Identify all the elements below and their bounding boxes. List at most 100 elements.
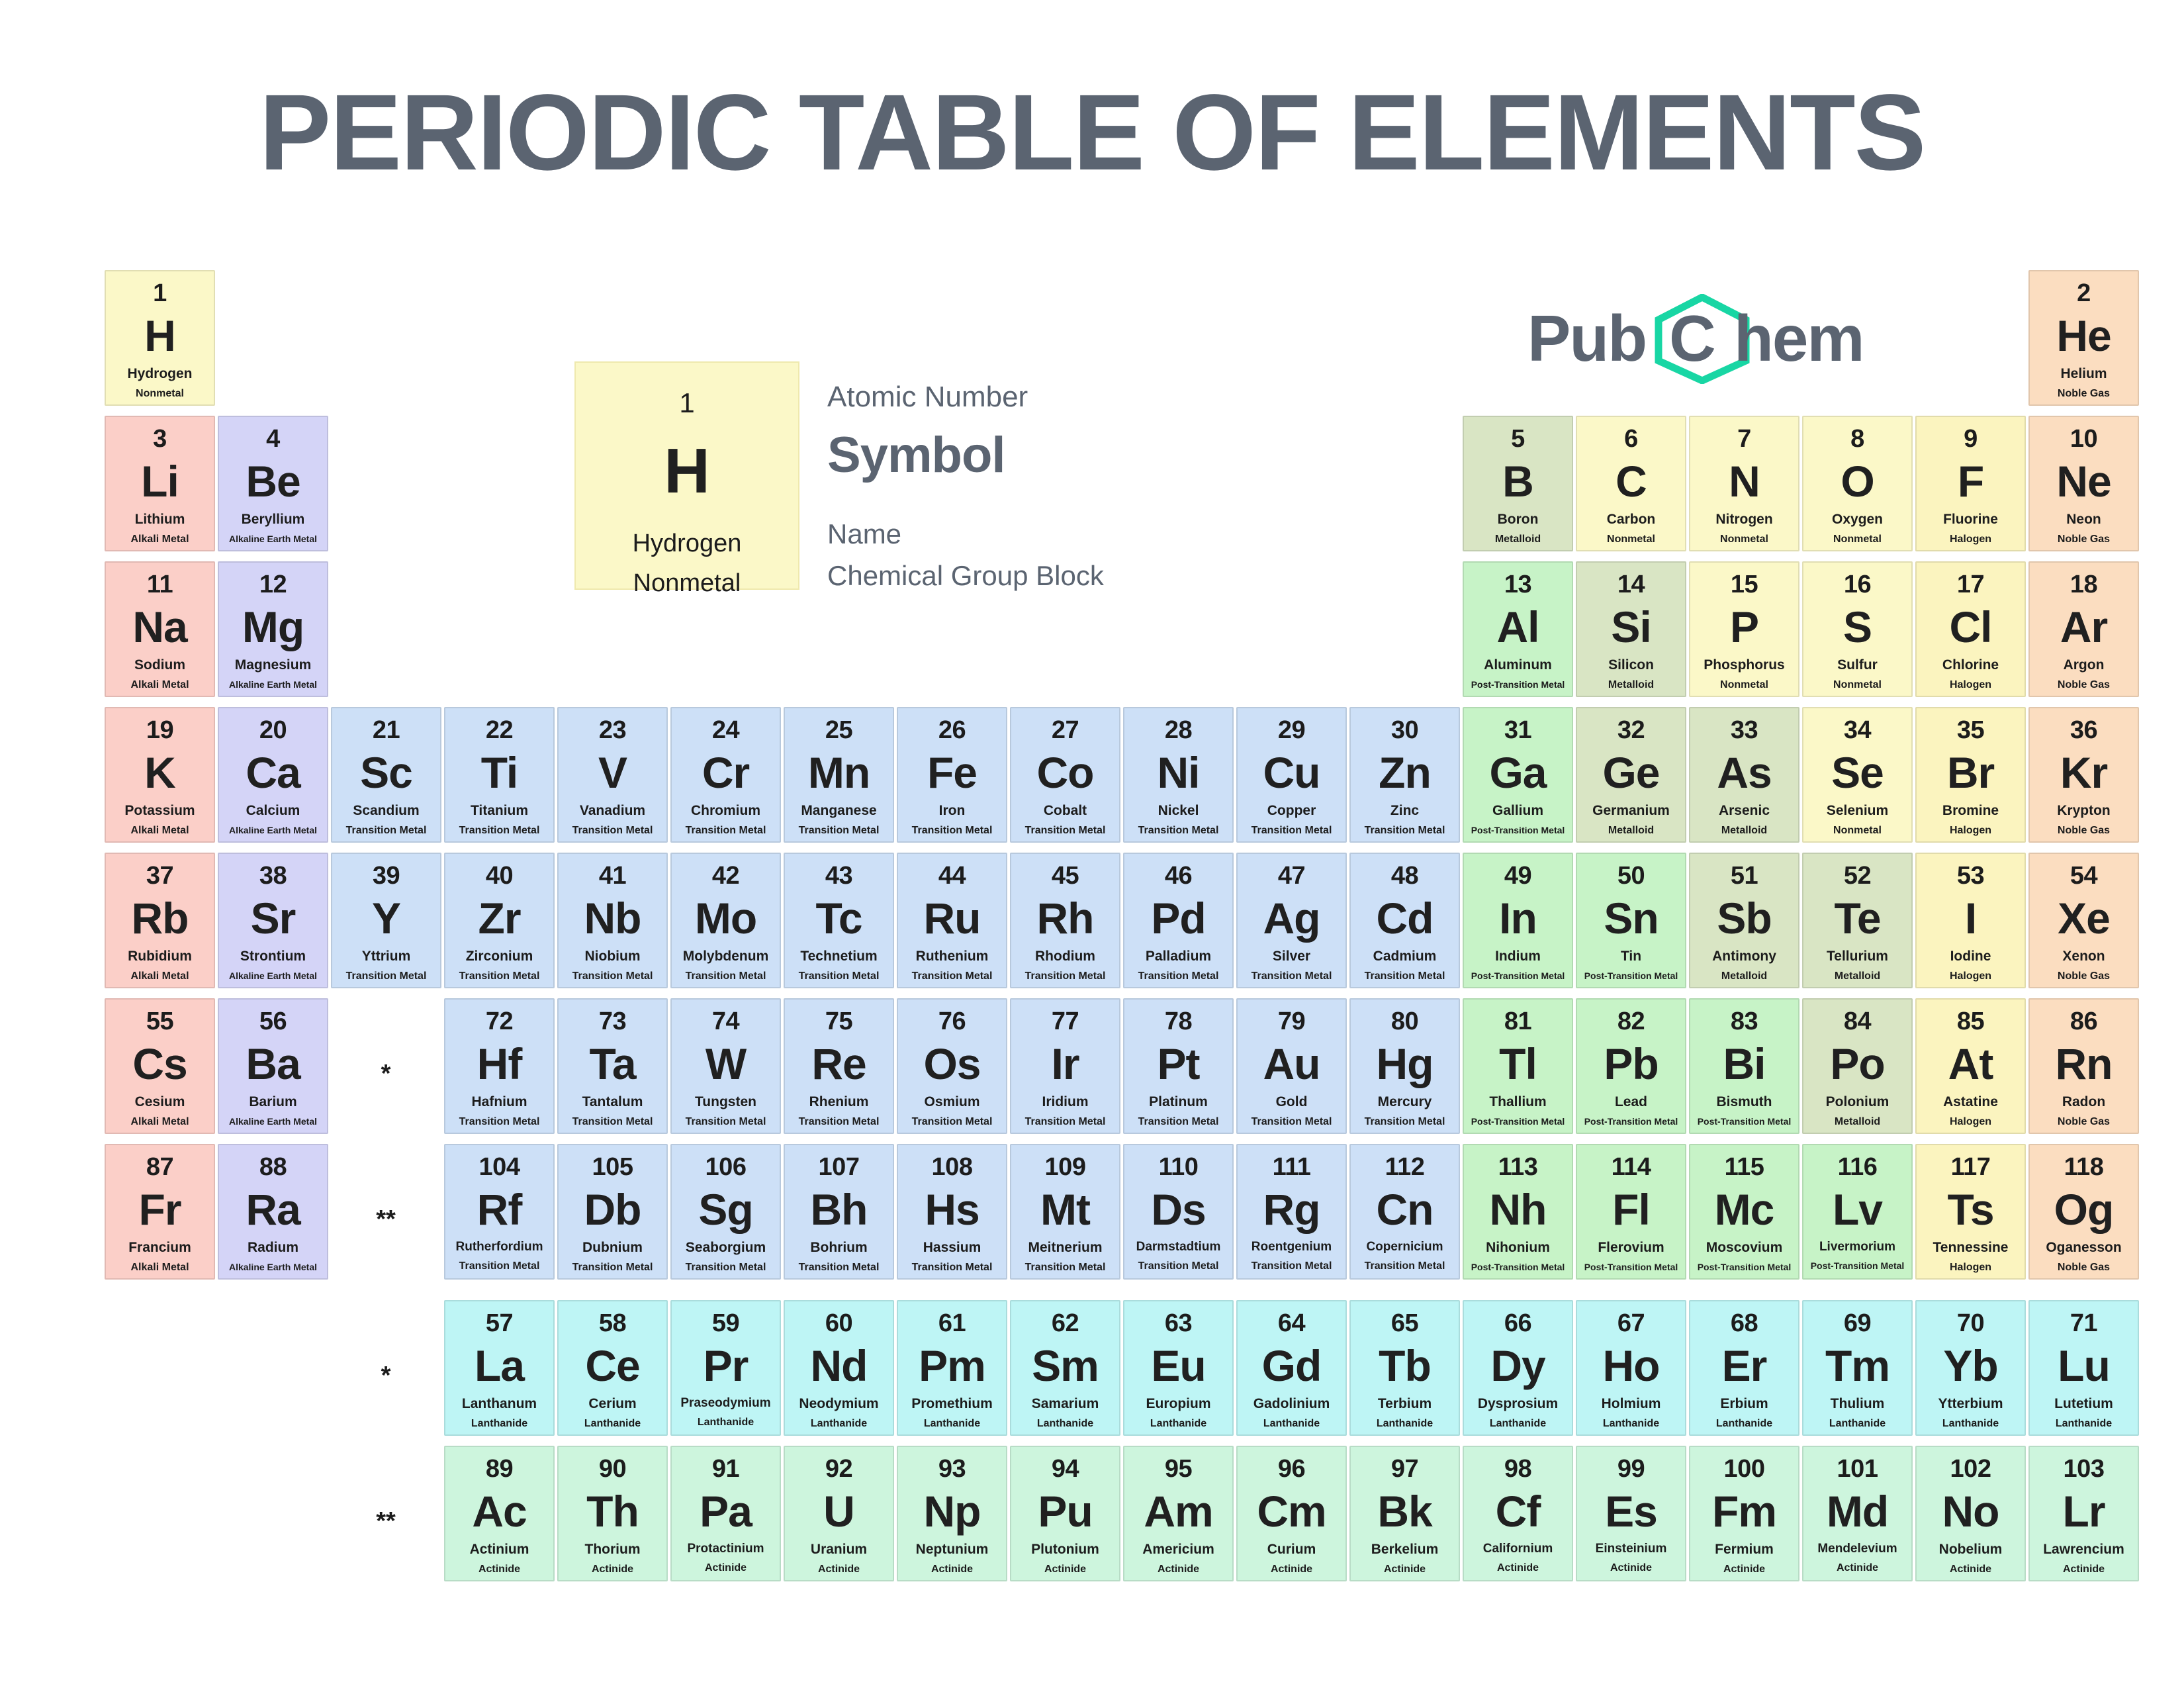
- element-cell-cd[interactable]: 48 Cd Cadmium Transition Metal: [1349, 853, 1460, 988]
- element-cell-sb[interactable]: 51 Sb Antimony Metalloid: [1689, 853, 1799, 988]
- element-cell-al[interactable]: 13 Al Aluminum Post-Transition Metal: [1463, 561, 1573, 697]
- element-cell-in[interactable]: 49 In Indium Post-Transition Metal: [1463, 853, 1573, 988]
- element-cell-mc[interactable]: 115 Mc Moscovium Post-Transition Metal: [1689, 1144, 1799, 1280]
- element-cell-te[interactable]: 52 Te Tellurium Metalloid: [1802, 853, 1913, 988]
- element-cell-si[interactable]: 14 Si Silicon Metalloid: [1576, 561, 1686, 697]
- element-cell-pd[interactable]: 46 Pd Palladium Transition Metal: [1123, 853, 1234, 988]
- element-cell-bh[interactable]: 107 Bh Bohrium Transition Metal: [784, 1144, 894, 1280]
- element-cell-v[interactable]: 23 V Vanadium Transition Metal: [557, 707, 668, 843]
- element-cell-pu[interactable]: 94 Pu Plutonium Actinide: [1010, 1446, 1120, 1581]
- element-cell-sr[interactable]: 38 Sr Strontium Alkaline Earth Metal: [218, 853, 328, 988]
- element-cell-bi[interactable]: 83 Bi Bismuth Post-Transition Metal: [1689, 998, 1799, 1134]
- element-cell-sg[interactable]: 106 Sg Seaborgium Transition Metal: [670, 1144, 781, 1280]
- element-cell-gd[interactable]: 64 Gd Gadolinium Lanthanide: [1236, 1300, 1347, 1436]
- element-cell-pb[interactable]: 82 Pb Lead Post-Transition Metal: [1576, 998, 1686, 1134]
- element-cell-sc[interactable]: 21 Sc Scandium Transition Metal: [331, 707, 441, 843]
- element-cell-he[interactable]: 2 He Helium Noble Gas: [2028, 270, 2139, 406]
- element-cell-hs[interactable]: 108 Hs Hassium Transition Metal: [897, 1144, 1007, 1280]
- element-cell-kr[interactable]: 36 Kr Krypton Noble Gas: [2028, 707, 2139, 843]
- element-cell-rn[interactable]: 86 Rn Radon Noble Gas: [2028, 998, 2139, 1134]
- element-cell-md[interactable]: 101 Md Mendelevium Actinide: [1802, 1446, 1913, 1581]
- element-cell-ra[interactable]: 88 Ra Radium Alkaline Earth Metal: [218, 1144, 328, 1280]
- element-cell-no[interactable]: 102 No Nobelium Actinide: [1915, 1446, 2026, 1581]
- element-cell-hg[interactable]: 80 Hg Mercury Transition Metal: [1349, 998, 1460, 1134]
- element-cell-zr[interactable]: 40 Zr Zirconium Transition Metal: [444, 853, 555, 988]
- element-cell-tm[interactable]: 69 Tm Thulium Lanthanide: [1802, 1300, 1913, 1436]
- element-cell-fm[interactable]: 100 Fm Fermium Actinide: [1689, 1446, 1799, 1581]
- element-cell-po[interactable]: 84 Po Polonium Metalloid: [1802, 998, 1913, 1134]
- element-cell-n[interactable]: 7 N Nitrogen Nonmetal: [1689, 416, 1799, 551]
- element-cell-h[interactable]: 1 H Hydrogen Nonmetal: [105, 270, 215, 406]
- element-cell-fl[interactable]: 114 Fl Flerovium Post-Transition Metal: [1576, 1144, 1686, 1280]
- element-cell-br[interactable]: 35 Br Bromine Halogen: [1915, 707, 2026, 843]
- element-cell-i[interactable]: 53 I Iodine Halogen: [1915, 853, 2026, 988]
- element-cell-c[interactable]: 6 C Carbon Nonmetal: [1576, 416, 1686, 551]
- element-cell-ir[interactable]: 77 Ir Iridium Transition Metal: [1010, 998, 1120, 1134]
- element-cell-nb[interactable]: 41 Nb Niobium Transition Metal: [557, 853, 668, 988]
- element-cell-ba[interactable]: 56 Ba Barium Alkaline Earth Metal: [218, 998, 328, 1134]
- element-cell-lv[interactable]: 116 Lv Livermorium Post-Transition Metal: [1802, 1144, 1913, 1280]
- element-cell-fr[interactable]: 87 Fr Francium Alkali Metal: [105, 1144, 215, 1280]
- element-cell-ca[interactable]: 20 Ca Calcium Alkaline Earth Metal: [218, 707, 328, 843]
- element-cell-na[interactable]: 11 Na Sodium Alkali Metal: [105, 561, 215, 697]
- element-cell-b[interactable]: 5 B Boron Metalloid: [1463, 416, 1573, 551]
- element-cell-cu[interactable]: 29 Cu Copper Transition Metal: [1236, 707, 1347, 843]
- element-cell-tl[interactable]: 81 Tl Thallium Post-Transition Metal: [1463, 998, 1573, 1134]
- element-cell-ac[interactable]: 89 Ac Actinium Actinide: [444, 1446, 555, 1581]
- element-cell-f[interactable]: 9 F Fluorine Halogen: [1915, 416, 2026, 551]
- element-cell-pa[interactable]: 91 Pa Protactinium Actinide: [670, 1446, 781, 1581]
- element-cell-ru[interactable]: 44 Ru Ruthenium Transition Metal: [897, 853, 1007, 988]
- element-cell-ti[interactable]: 22 Ti Titanium Transition Metal: [444, 707, 555, 843]
- element-cell-hf[interactable]: 72 Hf Hafnium Transition Metal: [444, 998, 555, 1134]
- element-cell-mg[interactable]: 12 Mg Magnesium Alkaline Earth Metal: [218, 561, 328, 697]
- element-cell-ce[interactable]: 58 Ce Cerium Lanthanide: [557, 1300, 668, 1436]
- element-cell-sn[interactable]: 50 Sn Tin Post-Transition Metal: [1576, 853, 1686, 988]
- element-cell-mt[interactable]: 109 Mt Meitnerium Transition Metal: [1010, 1144, 1120, 1280]
- element-cell-mn[interactable]: 25 Mn Manganese Transition Metal: [784, 707, 894, 843]
- element-cell-au[interactable]: 79 Au Gold Transition Metal: [1236, 998, 1347, 1134]
- element-cell-ar[interactable]: 18 Ar Argon Noble Gas: [2028, 561, 2139, 697]
- element-cell-ts[interactable]: 117 Ts Tennessine Halogen: [1915, 1144, 2026, 1280]
- element-cell-re[interactable]: 75 Re Rhenium Transition Metal: [784, 998, 894, 1134]
- element-cell-mo[interactable]: 42 Mo Molybdenum Transition Metal: [670, 853, 781, 988]
- element-cell-be[interactable]: 4 Be Beryllium Alkaline Earth Metal: [218, 416, 328, 551]
- element-cell-s[interactable]: 16 S Sulfur Nonmetal: [1802, 561, 1913, 697]
- element-cell-cn[interactable]: 112 Cn Copernicium Transition Metal: [1349, 1144, 1460, 1280]
- element-cell-se[interactable]: 34 Se Selenium Nonmetal: [1802, 707, 1913, 843]
- element-cell-ni[interactable]: 28 Ni Nickel Transition Metal: [1123, 707, 1234, 843]
- element-cell-li[interactable]: 3 Li Lithium Alkali Metal: [105, 416, 215, 551]
- element-cell-u[interactable]: 92 U Uranium Actinide: [784, 1446, 894, 1581]
- element-cell-rf[interactable]: 104 Rf Rutherfordium Transition Metal: [444, 1144, 555, 1280]
- element-cell-y[interactable]: 39 Y Yttrium Transition Metal: [331, 853, 441, 988]
- element-cell-cs[interactable]: 55 Cs Cesium Alkali Metal: [105, 998, 215, 1134]
- element-cell-co[interactable]: 27 Co Cobalt Transition Metal: [1010, 707, 1120, 843]
- element-cell-ag[interactable]: 47 Ag Silver Transition Metal: [1236, 853, 1347, 988]
- element-cell-tb[interactable]: 65 Tb Terbium Lanthanide: [1349, 1300, 1460, 1436]
- element-cell-nd[interactable]: 60 Nd Neodymium Lanthanide: [784, 1300, 894, 1436]
- element-cell-os[interactable]: 76 Os Osmium Transition Metal: [897, 998, 1007, 1134]
- element-cell-th[interactable]: 90 Th Thorium Actinide: [557, 1446, 668, 1581]
- element-cell-er[interactable]: 68 Er Erbium Lanthanide: [1689, 1300, 1799, 1436]
- element-cell-cl[interactable]: 17 Cl Chlorine Halogen: [1915, 561, 2026, 697]
- element-cell-zn[interactable]: 30 Zn Zinc Transition Metal: [1349, 707, 1460, 843]
- element-cell-ta[interactable]: 73 Ta Tantalum Transition Metal: [557, 998, 668, 1134]
- element-cell-np[interactable]: 93 Np Neptunium Actinide: [897, 1446, 1007, 1581]
- element-cell-rh[interactable]: 45 Rh Rhodium Transition Metal: [1010, 853, 1120, 988]
- element-cell-rb[interactable]: 37 Rb Rubidium Alkali Metal: [105, 853, 215, 988]
- element-cell-p[interactable]: 15 P Phosphorus Nonmetal: [1689, 561, 1799, 697]
- element-cell-la[interactable]: 57 La Lanthanum Lanthanide: [444, 1300, 555, 1436]
- element-cell-dy[interactable]: 66 Dy Dysprosium Lanthanide: [1463, 1300, 1573, 1436]
- element-cell-cf[interactable]: 98 Cf Californium Actinide: [1463, 1446, 1573, 1581]
- element-cell-ds[interactable]: 110 Ds Darmstadtium Transition Metal: [1123, 1144, 1234, 1280]
- element-cell-fe[interactable]: 26 Fe Iron Transition Metal: [897, 707, 1007, 843]
- element-cell-pm[interactable]: 61 Pm Promethium Lanthanide: [897, 1300, 1007, 1436]
- element-cell-o[interactable]: 8 O Oxygen Nonmetal: [1802, 416, 1913, 551]
- element-cell-lu[interactable]: 71 Lu Lutetium Lanthanide: [2028, 1300, 2139, 1436]
- element-cell-es[interactable]: 99 Es Einsteinium Actinide: [1576, 1446, 1686, 1581]
- element-cell-ho[interactable]: 67 Ho Holmium Lanthanide: [1576, 1300, 1686, 1436]
- element-cell-og[interactable]: 118 Og Oganesson Noble Gas: [2028, 1144, 2139, 1280]
- element-cell-db[interactable]: 105 Db Dubnium Transition Metal: [557, 1144, 668, 1280]
- element-cell-bk[interactable]: 97 Bk Berkelium Actinide: [1349, 1446, 1460, 1581]
- element-cell-yb[interactable]: 70 Yb Ytterbium Lanthanide: [1915, 1300, 2026, 1436]
- element-cell-rg[interactable]: 111 Rg Roentgenium Transition Metal: [1236, 1144, 1347, 1280]
